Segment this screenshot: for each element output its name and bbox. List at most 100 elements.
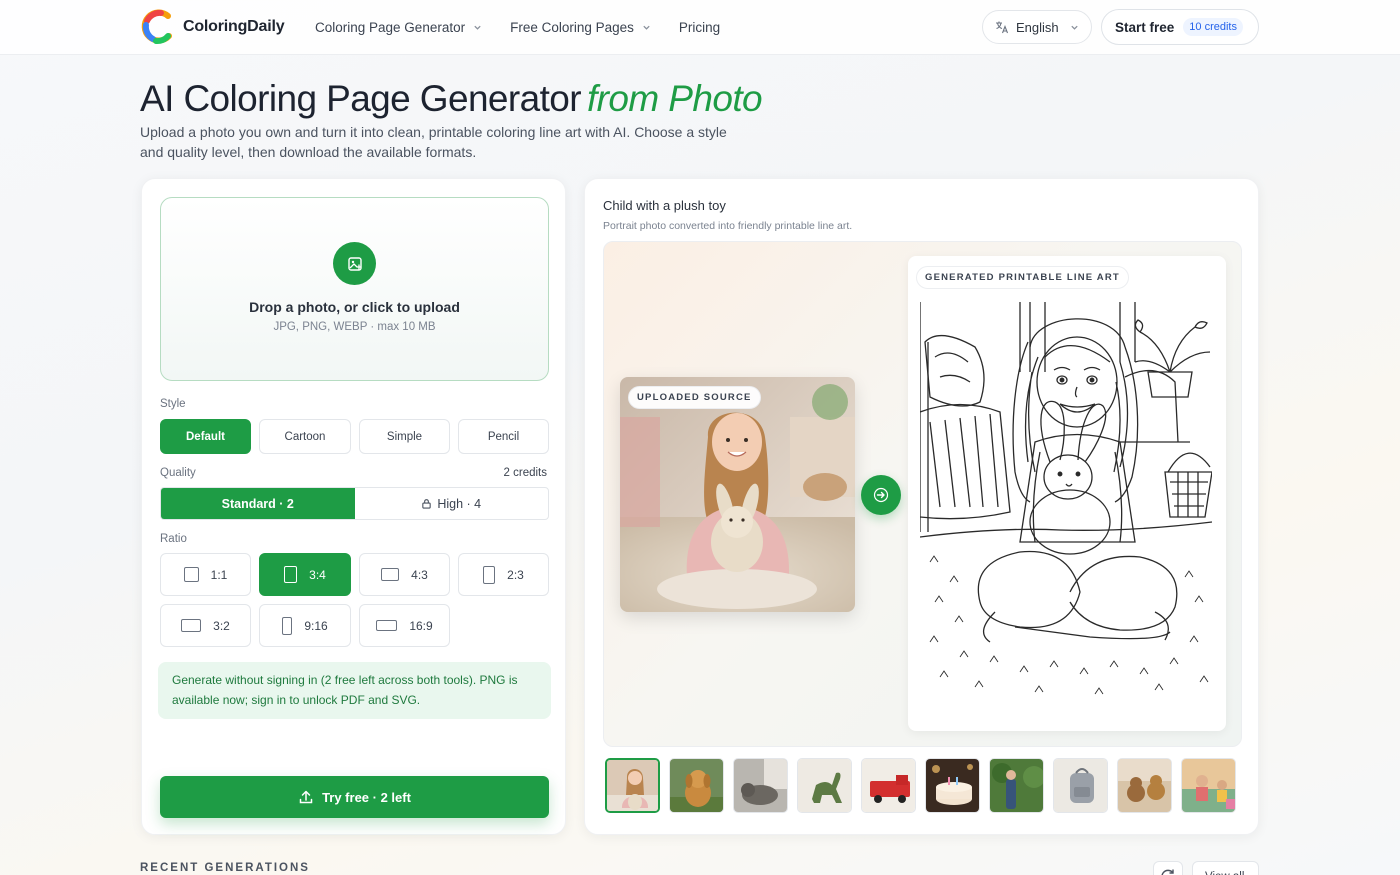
- ratio-option-3-4[interactable]: 3:4: [259, 553, 351, 596]
- birthday-cake-thumb-image: [926, 759, 979, 812]
- photo-upload-dropzone[interactable]: Drop a photo, or click to upload JPG, PN…: [160, 197, 549, 381]
- image-upload-icon: [333, 242, 376, 285]
- example-preview-panel: Child with a plush toy Portrait photo co…: [584, 178, 1259, 835]
- ratio-option-9-16[interactable]: 9:16: [259, 604, 351, 647]
- ratio-option-label: 16:9: [409, 618, 433, 633]
- upload-hint: JPG, PNG, WEBP · max 10 MB: [273, 321, 436, 333]
- ratio-label: Ratio: [160, 533, 187, 545]
- guest-notice: Generate without signing in (2 free left…: [158, 662, 551, 719]
- chevron-down-icon: [1071, 25, 1078, 30]
- tall-ratio-icon: [282, 616, 293, 635]
- top-navigation: ColoringDaily Coloring Page Generator Fr…: [0, 0, 1400, 55]
- page-title-accent: from Photo: [587, 78, 763, 119]
- upload-icon: [299, 790, 313, 804]
- chevron-down-icon: [643, 25, 650, 30]
- before-after-stage: UPLOADED SOURCE GENERATED PRINTABLE LINE…: [603, 241, 1242, 747]
- quality-option-label: Standard · 2: [221, 496, 294, 511]
- square-ratio-icon: [183, 567, 199, 582]
- thumbnail-kids-playing[interactable]: [1181, 758, 1236, 813]
- style-label: Style: [160, 398, 186, 410]
- quality-option-standard[interactable]: Standard · 2: [161, 488, 355, 519]
- nav-coloring-page-generator[interactable]: Coloring Page Generator: [315, 20, 482, 35]
- toy-dinosaur-thumb-image: [798, 759, 851, 812]
- girl-with-plush-photo: [620, 377, 855, 612]
- credits-badge: 10 credits: [1183, 18, 1243, 36]
- view-all-button[interactable]: View all: [1192, 861, 1259, 875]
- nav-label: Free Coloring Pages: [510, 19, 634, 35]
- nav-label: Pricing: [678, 19, 721, 35]
- page-title: AI Coloring Page Generator from Photo: [140, 78, 763, 120]
- start-free-button[interactable]: Start free 10 credits: [1101, 9, 1259, 45]
- style-option-cartoon[interactable]: Cartoon: [259, 419, 351, 454]
- ratio-option-1-1[interactable]: 1:1: [160, 553, 251, 596]
- red-fire-truck-thumb-image: [862, 759, 915, 812]
- convert-arrow-icon: [861, 475, 901, 515]
- ratio-option-label: 1:1: [210, 567, 228, 582]
- start-free-label: Start free: [1115, 19, 1175, 35]
- landscape-ratio-icon: [381, 568, 400, 581]
- teddy-bears-thumb-image: [1118, 759, 1171, 812]
- golden-retriever-thumb-image: [670, 759, 723, 812]
- brand-logo-icon: [141, 9, 172, 45]
- sleeping-cat-thumb-image: [734, 759, 787, 812]
- page-title-main: AI Coloring Page Generator: [140, 78, 582, 119]
- thumbnail-toy-dinosaur[interactable]: [797, 758, 852, 813]
- generated-line-art-tag: GENERATED PRINTABLE LINE ART: [916, 266, 1129, 289]
- thumbnail-girl-with-plush[interactable]: [605, 758, 660, 813]
- portrait-ratio-icon: [284, 566, 298, 583]
- try-free-label: Try free · 2 left: [322, 789, 411, 805]
- ratio-option-label: 3:2: [213, 618, 230, 633]
- ratio-option-4-3[interactable]: 4:3: [359, 553, 450, 596]
- language-label: English: [1016, 19, 1059, 35]
- upload-title: Drop a photo, or click to upload: [249, 299, 460, 315]
- ratio-option-2-3[interactable]: 2:3: [458, 553, 549, 596]
- refresh-icon: [1161, 869, 1174, 875]
- recent-generations-heading: RECENT GENERATIONS: [140, 862, 310, 874]
- girl-with-plush-thumb-image: [607, 760, 658, 811]
- thumbnail-garden-path[interactable]: [989, 758, 1044, 813]
- quality-option-label: High · 4: [437, 496, 482, 511]
- brand-name: ColoringDaily: [183, 18, 285, 35]
- nav-pricing[interactable]: Pricing: [679, 20, 720, 35]
- brand-logo[interactable]: ColoringDaily: [141, 9, 285, 45]
- nav-free-coloring-pages[interactable]: Free Coloring Pages: [510, 20, 651, 35]
- style-option-simple[interactable]: Simple: [359, 419, 450, 454]
- ratio-option-label: 4:3: [411, 567, 428, 582]
- quality-label: Quality: [160, 467, 196, 479]
- style-option-default[interactable]: Default: [160, 419, 251, 454]
- style-option-pencil[interactable]: Pencil: [458, 419, 549, 454]
- uploaded-source-tag: UPLOADED SOURCE: [628, 386, 761, 409]
- thumbnail-school-backpack[interactable]: [1053, 758, 1108, 813]
- ratio-option-3-2[interactable]: 3:2: [160, 604, 251, 647]
- example-subtitle: Portrait photo converted into friendly p…: [603, 220, 853, 232]
- ratio-option-label: 9:16: [304, 618, 328, 633]
- page-subtitle: Upload a photo you own and turn it into …: [140, 124, 727, 160]
- wide-ratio-icon: [376, 620, 398, 631]
- language-selector[interactable]: English: [982, 10, 1092, 44]
- chevron-down-icon: [474, 25, 481, 30]
- ratio-option-label: 3:4: [309, 567, 326, 582]
- quality-cost: 2 credits: [503, 467, 547, 479]
- nav-label: Coloring Page Generator: [315, 19, 466, 35]
- generator-form-panel: Drop a photo, or click to upload JPG, PN…: [141, 178, 566, 835]
- generated-line-art-card: GENERATED PRINTABLE LINE ART: [908, 256, 1226, 731]
- ratio-option-label: 2:3: [507, 567, 524, 582]
- uploaded-source-photo: UPLOADED SOURCE: [620, 377, 855, 612]
- landscape-ratio-icon: [181, 619, 202, 632]
- refresh-button[interactable]: [1153, 861, 1183, 875]
- try-free-button[interactable]: Try free · 2 left: [160, 776, 549, 818]
- translate-icon: [996, 21, 1009, 34]
- example-thumbnails: [605, 758, 1236, 813]
- thumbnail-golden-retriever[interactable]: [669, 758, 724, 813]
- portrait-ratio-icon: [483, 565, 496, 584]
- quality-option-high[interactable]: High · 4: [355, 488, 549, 519]
- kids-playing-thumb-image: [1182, 759, 1235, 812]
- thumbnail-birthday-cake[interactable]: [925, 758, 980, 813]
- ratio-option-16-9[interactable]: 16:9: [359, 604, 450, 647]
- thumbnail-sleeping-cat[interactable]: [733, 758, 788, 813]
- quality-selector: Standard · 2 High · 4: [160, 487, 549, 520]
- thumbnail-red-fire-truck[interactable]: [861, 758, 916, 813]
- school-backpack-thumb-image: [1054, 759, 1107, 812]
- example-title: Child with a plush toy: [603, 198, 726, 213]
- thumbnail-teddy-bears[interactable]: [1117, 758, 1172, 813]
